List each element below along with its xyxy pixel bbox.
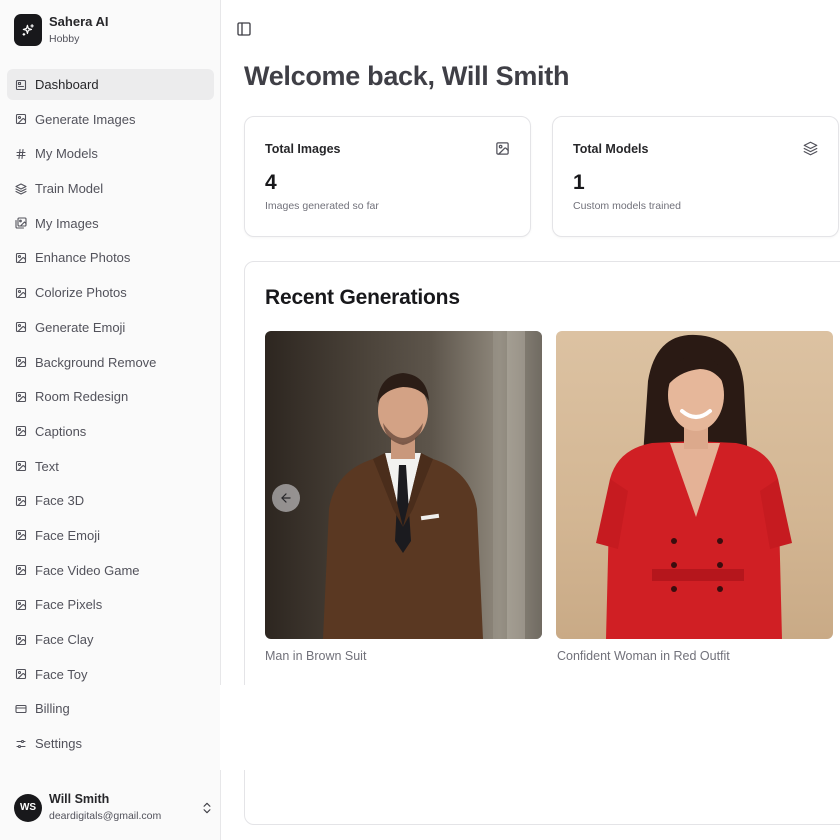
image-icon	[15, 356, 27, 368]
image-icon	[15, 287, 27, 298]
sparkle-icon	[14, 14, 42, 46]
stat-subtitle: Custom models trained	[573, 200, 681, 212]
user-email: deardigitals@gmail.com	[49, 810, 162, 822]
sidebar-item-face-3d[interactable]: Face 3D	[7, 485, 214, 516]
image-icon	[15, 530, 27, 541]
stat-card-total-images: Total Images 4 Images generated so far	[244, 116, 531, 237]
sidebar-item-enhance-photos[interactable]: Enhance Photos	[7, 242, 214, 273]
sidebar-item-label: My Images	[35, 215, 99, 231]
brand-plan: Hobby	[49, 33, 80, 45]
sidebar-item-label: Generate Emoji	[35, 319, 126, 335]
sidebar-item-text[interactable]: Text	[7, 451, 214, 482]
user-menu[interactable]: WS Will Smith deardigitals@gmail.com	[14, 792, 214, 823]
image-icon	[15, 322, 27, 333]
sidebar-item-dashboard[interactable]: Dashboard	[7, 69, 214, 100]
stat-title: Total Models	[573, 142, 649, 156]
sidebar-item-face-video-game[interactable]: Face Video Game	[7, 555, 214, 586]
sidebar-item-label: Room Redesign	[35, 389, 129, 405]
credit-card-icon	[15, 704, 27, 713]
sidebar-item-label: Generate Images	[35, 111, 136, 127]
sidebar-item-label: Face Clay	[35, 632, 94, 647]
image-caption: Man in Brown Suit	[265, 649, 367, 663]
sidebar-item-label: Train Model	[35, 181, 104, 197]
image-icon	[15, 565, 27, 576]
sidebar-item-captions[interactable]: Captions	[7, 416, 214, 447]
brand[interactable]: Sahera AI Hobby	[14, 14, 109, 46]
image-icon	[15, 634, 27, 645]
avatar: WS	[14, 793, 42, 822]
stat-subtitle: Images generated so far	[265, 200, 379, 212]
sidebar-item-label: Face Video Game	[35, 562, 140, 578]
image-icon	[496, 142, 509, 155]
image-icon	[15, 461, 27, 472]
layers-icon	[15, 183, 27, 195]
image-icon	[15, 114, 27, 125]
sidebar-item-label: Colorize Photos	[35, 285, 127, 301]
sidebar-item-label: Background Remove	[35, 354, 157, 370]
layers-icon	[803, 141, 818, 156]
arrow-left-icon	[281, 493, 291, 503]
brand-name: Sahera AI	[49, 14, 109, 29]
sidebar-item-background-remove[interactable]: Background Remove	[7, 347, 214, 378]
sidebar-item-face-clay[interactable]: Face Clay	[7, 624, 214, 655]
overlay-blank	[220, 685, 246, 770]
user-name: Will Smith	[49, 792, 110, 806]
image-icon	[15, 252, 27, 263]
image-icon	[15, 495, 27, 506]
brand-text: Sahera AI Hobby	[49, 14, 109, 46]
sidebar-toggle-icon[interactable]	[236, 21, 252, 37]
sidebar-item-generate-emoji[interactable]: Generate Emoji	[7, 312, 214, 343]
sidebar-item-colorize-photos[interactable]: Colorize Photos	[7, 277, 214, 308]
images-icon	[15, 217, 27, 229]
stat-title: Total Images	[265, 142, 341, 156]
page-title: Welcome back, Will Smith	[244, 61, 570, 91]
sidebar-item-label: Face Toy	[35, 666, 88, 682]
sidebar-item-face-emoji[interactable]: Face Emoji	[7, 520, 214, 551]
sidebar-item-label: Text	[35, 458, 59, 474]
sidebar-item-label: Dashboard	[35, 77, 99, 92]
stat-value: 4	[265, 171, 277, 194]
sidebar-item-train-model[interactable]: Train Model	[7, 173, 214, 204]
section-title: Recent Generations	[265, 286, 460, 309]
sidebar-item-label: Captions	[35, 423, 87, 439]
man-in-suit-illustration	[323, 331, 542, 639]
stat-card-total-models: Total Models 1 Custom models trained	[552, 116, 839, 237]
user-info: Will Smith deardigitals@gmail.com	[49, 792, 200, 823]
sidebar-nav: Dashboard Generate Images My Models Train M…	[7, 69, 214, 763]
sidebar-item-generate-images[interactable]: Generate Images	[7, 104, 214, 135]
image-icon	[15, 426, 27, 437]
sidebar-item-billing[interactable]: Billing	[7, 693, 214, 724]
sidebar-item-label: Face 3D	[35, 493, 85, 509]
sidebar-item-label: Settings	[35, 736, 82, 752]
image-icon	[15, 599, 27, 610]
image-icon	[15, 391, 27, 402]
sidebar-item-label: Billing	[35, 701, 70, 717]
sidebar: Sahera AI Hobby Dashboard Generate Images…	[0, 0, 221, 840]
sidebar-item-my-models[interactable]: My Models	[7, 138, 214, 169]
carousel-prev-button[interactable]	[272, 484, 300, 512]
sidebar-item-label: Enhance Photos	[35, 250, 131, 266]
sidebar-item-room-redesign[interactable]: Room Redesign	[7, 381, 214, 412]
woman-in-red-illustration	[596, 334, 792, 639]
sidebar-item-label: Face Emoji	[35, 527, 101, 543]
generated-image-woman-in-red-outfit[interactable]	[556, 331, 833, 639]
sidebar-item-face-toy[interactable]: Face Toy	[7, 659, 214, 690]
dashboard-icon	[15, 79, 27, 90]
stat-value: 1	[573, 171, 585, 194]
sidebar-item-label: My Models	[35, 146, 98, 162]
image-icon	[15, 669, 27, 680]
image-caption: Confident Woman in Red Outfit	[557, 649, 730, 663]
generated-image-man-in-brown-suit[interactable]	[265, 331, 542, 639]
chevrons-up-down-icon	[203, 802, 211, 813]
sidebar-item-face-pixels[interactable]: Face Pixels	[7, 589, 214, 620]
sliders-icon	[16, 739, 26, 748]
sidebar-item-settings[interactable]: Settings	[7, 728, 214, 759]
sidebar-item-my-images[interactable]: My Images	[7, 208, 214, 239]
hash-icon	[16, 148, 26, 159]
sidebar-item-label: Face Pixels	[35, 597, 103, 613]
